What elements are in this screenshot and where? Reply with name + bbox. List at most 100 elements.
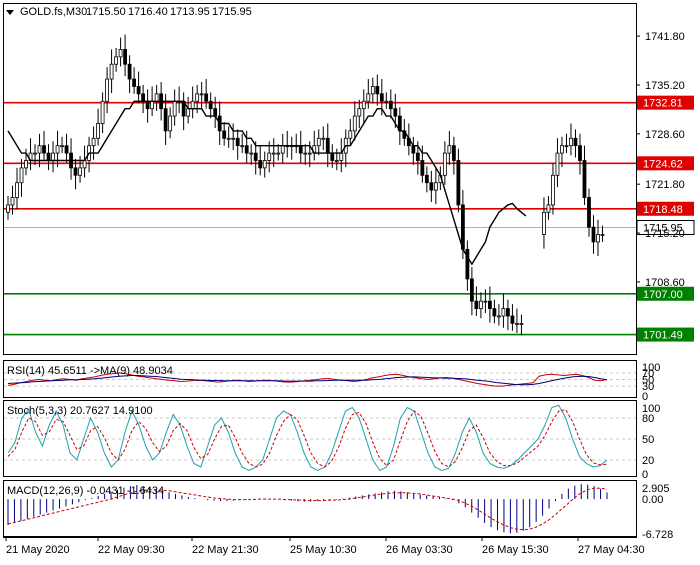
- candle-body: [433, 182, 438, 191]
- time-label: 21 May 2020: [6, 544, 70, 556]
- candle-body: [325, 137, 330, 154]
- candle-body: [96, 123, 100, 139]
- candle-body: [569, 137, 573, 147]
- price-tick-label: 1735.20: [645, 80, 685, 92]
- candle-body: [109, 63, 114, 80]
- time-label: 25 May 10:30: [290, 544, 357, 556]
- price-panel-frame: [3, 3, 637, 355]
- candle-body: [591, 226, 596, 243]
- candle-body: [415, 152, 420, 161]
- macd-tick-label: -6.728: [642, 529, 673, 541]
- candle-body: [253, 152, 258, 161]
- candle-body: [127, 63, 132, 80]
- chart-canvas: 1732.81 1724.62 1718.48 1707.00 1701.49 1715.…: [3, 3, 695, 556]
- candle-body: [316, 137, 321, 147]
- candle-body: [506, 308, 510, 317]
- price-tick-label: 1728.60: [645, 129, 685, 141]
- candle-body: [118, 49, 123, 58]
- candle-body: [271, 152, 276, 155]
- candle-body: [492, 308, 497, 317]
- dropdown-triangle-icon[interactable]: [6, 10, 14, 15]
- candle-body: [249, 152, 254, 155]
- candle-body: [370, 86, 375, 95]
- candle-body: [573, 137, 578, 147]
- candle-body: [474, 300, 479, 309]
- candle-body: [235, 137, 240, 147]
- candle-body: [10, 197, 15, 206]
- moving-average: [7, 100, 527, 266]
- candle-body: [384, 100, 389, 103]
- candle-body: [578, 145, 582, 161]
- indicator-tick-label: 80: [642, 413, 654, 425]
- candle-body: [73, 167, 78, 176]
- candle-body: [352, 115, 357, 132]
- indicator-tick-label: 0: [642, 469, 648, 481]
- candle-body: [388, 100, 393, 110]
- candle-body: [447, 145, 452, 154]
- candle-body: [339, 152, 344, 161]
- candle-body: [46, 152, 51, 161]
- candle-body: [411, 145, 416, 154]
- level-label: 1732.81: [643, 98, 683, 110]
- macd-title: MACD(12,26,9) -0.0431 -1.6434: [7, 485, 164, 497]
- candle-body: [478, 300, 483, 309]
- candle-body: [132, 78, 137, 87]
- candle-body: [163, 108, 168, 132]
- level-label: 1707.00: [643, 289, 683, 301]
- candle-body: [114, 56, 118, 65]
- candle-body: [366, 93, 371, 102]
- level-label: 1718.48: [643, 204, 683, 216]
- candle-body: [231, 137, 236, 140]
- candle-body: [587, 197, 591, 228]
- candle-body: [429, 182, 434, 191]
- indicator-tick-label: 20: [642, 455, 654, 467]
- ma-line: [7, 100, 527, 266]
- candle-body: [168, 115, 173, 132]
- candle-body: [199, 93, 204, 96]
- candle-body: [136, 86, 141, 95]
- candle-body: [42, 145, 46, 154]
- candle-body: [424, 174, 429, 184]
- candle-body: [510, 315, 515, 324]
- candle-body: [258, 160, 263, 169]
- time-label: 22 May 09:30: [98, 544, 165, 556]
- candle-body: [145, 100, 150, 110]
- indicator-tick-label: 100: [642, 362, 660, 374]
- candle-body: [186, 108, 191, 117]
- candle-body: [91, 137, 96, 147]
- price-tick-label: 1741.80: [645, 31, 685, 43]
- time-label: 26 May 15:30: [482, 544, 549, 556]
- candle-body: [442, 152, 447, 176]
- time-label: 22 May 21:30: [192, 544, 259, 556]
- candle-body: [240, 145, 245, 148]
- candle-body: [451, 145, 456, 161]
- indicator-tick-label: 50: [642, 434, 654, 446]
- candle-body: [280, 145, 285, 154]
- indicator-tick-label: 0: [642, 391, 648, 403]
- rsi-title: RSI(14) 45.6511 ->MA(9) 48.9034: [7, 365, 173, 377]
- candle-body: [204, 93, 209, 102]
- price-tick-label: 1708.60: [645, 277, 685, 289]
- candle-body: [357, 108, 362, 117]
- candle-body: [420, 160, 425, 176]
- candle-body: [154, 93, 159, 102]
- candle-body: [460, 204, 465, 250]
- candle-body: [546, 204, 551, 213]
- candle-body: [375, 86, 380, 95]
- candle-body: [82, 160, 87, 169]
- chart-window: 1732.81 1724.62 1718.48 1707.00 1701.49 1715.…: [0, 0, 700, 560]
- candle-body: [141, 93, 146, 102]
- candle-body: [551, 174, 555, 206]
- candle-body: [330, 152, 335, 161]
- candle-body: [488, 300, 492, 309]
- level-label: 1724.62: [643, 158, 683, 170]
- candle-body: [456, 160, 461, 206]
- candle-body: [555, 152, 560, 176]
- candle-body: [6, 204, 10, 213]
- candle-body: [501, 308, 506, 317]
- time-label: 27 May 04:30: [578, 544, 645, 556]
- price-high: 1716.40: [128, 6, 168, 18]
- candle-body: [262, 160, 267, 169]
- candle-body: [307, 152, 312, 155]
- candle-body: [208, 100, 213, 110]
